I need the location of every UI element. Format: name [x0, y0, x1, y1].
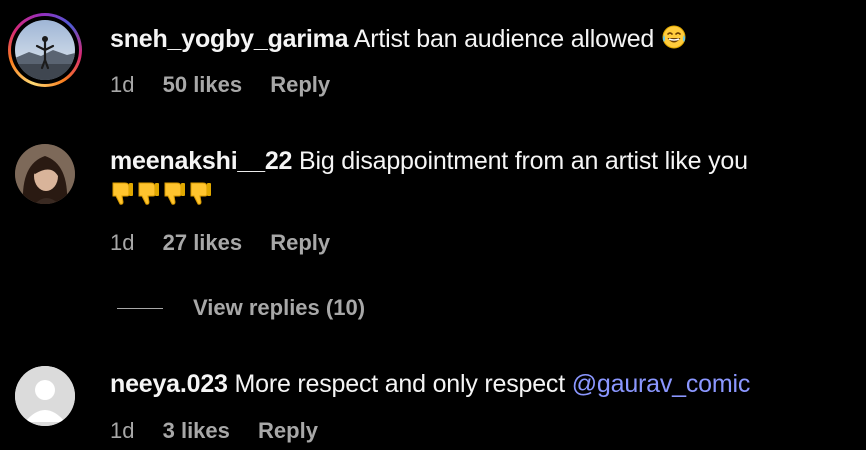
comment-text: More respect and only respect	[234, 370, 566, 398]
likes-count[interactable]: 3 likes	[163, 418, 230, 444]
comments-list: sneh_yogby_garima Artist ban audience al…	[0, 0, 866, 450]
mention-link[interactable]: @gaurav_comic	[572, 370, 751, 398]
default-avatar-icon	[15, 366, 75, 426]
comment-item: neeya.023 More respect and only respect …	[0, 0, 866, 450]
avatar[interactable]	[15, 366, 75, 426]
comment-meta: 1d 3 likes Reply	[110, 418, 340, 444]
reply-button[interactable]: Reply	[258, 418, 318, 444]
comment-username[interactable]: neeya.023	[110, 370, 228, 398]
comment-time: 1d	[110, 418, 135, 443]
comment-text-line: neeya.023 More respect and only respect …	[110, 369, 750, 399]
